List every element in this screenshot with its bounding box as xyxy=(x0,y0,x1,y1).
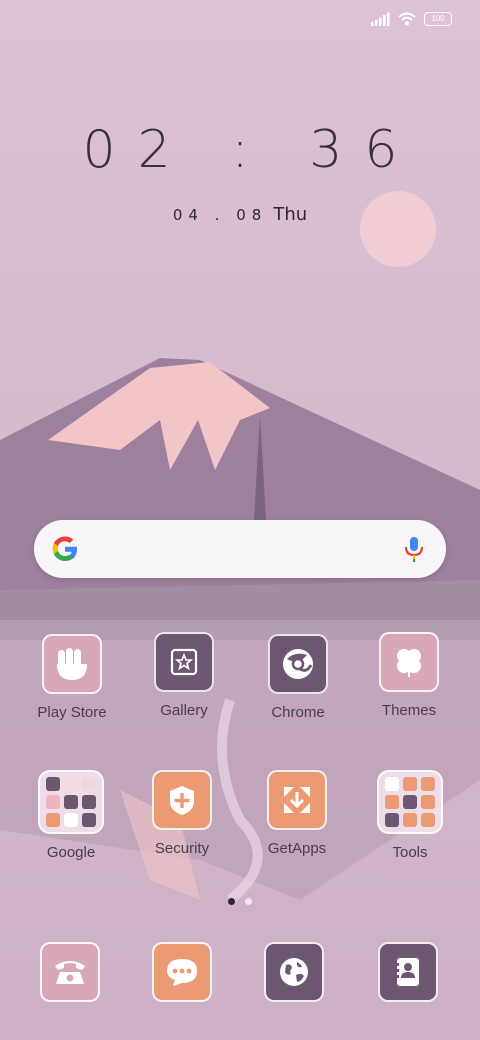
contacts-icon[interactable] xyxy=(378,942,438,1002)
app-label: Themes xyxy=(381,702,437,719)
app-tools-folder[interactable]: Tools xyxy=(355,770,465,861)
gallery-icon[interactable] xyxy=(154,632,214,692)
folder-mini-app-icon xyxy=(403,777,417,791)
app-label: GetApps xyxy=(267,840,327,857)
folder-mini-app-icon xyxy=(64,795,78,809)
tools-folder-icon[interactable] xyxy=(377,770,443,834)
microphone-icon[interactable] xyxy=(402,535,426,563)
folder-mini-app-icon xyxy=(385,813,399,827)
app-label: Chrome xyxy=(271,704,325,721)
dock-contacts[interactable] xyxy=(353,942,463,1002)
app-label: Gallery xyxy=(160,702,208,719)
page-dot xyxy=(245,898,252,905)
app-chrome[interactable]: Chrome xyxy=(243,634,353,721)
app-google-folder[interactable]: Google xyxy=(16,770,126,861)
themes-icon[interactable] xyxy=(379,632,439,692)
signal-icon xyxy=(371,12,390,26)
play-store-icon[interactable] xyxy=(42,634,102,694)
browser-icon[interactable] xyxy=(264,942,324,1002)
weekday: Thu xyxy=(273,204,308,225)
sun xyxy=(360,191,436,267)
app-label: Tools xyxy=(392,844,428,861)
folder-mini-app-icon xyxy=(421,795,435,809)
app-gallery[interactable]: Gallery xyxy=(129,632,239,719)
chrome-icon[interactable] xyxy=(268,634,328,694)
home-screen: 100 02 : 36 04 . 08 Thu Play Store Galle… xyxy=(0,0,480,1040)
folder-mini-app-icon xyxy=(403,795,417,809)
app-play-store[interactable]: Play Store xyxy=(17,634,127,721)
battery-icon: 100 xyxy=(424,12,452,26)
folder-mini-app-icon xyxy=(46,777,60,791)
app-getapps[interactable]: GetApps xyxy=(242,770,352,857)
folder-mini-app-icon xyxy=(385,795,399,809)
folder-mini-app-icon xyxy=(421,777,435,791)
folder-mini-app-icon xyxy=(403,813,417,827)
date-numbers: 04 . 08 xyxy=(172,206,268,224)
folder-mini-app-icon xyxy=(82,777,96,791)
app-themes[interactable]: Themes xyxy=(354,632,464,719)
page-indicator xyxy=(0,898,480,905)
dock-browser[interactable] xyxy=(239,942,349,1002)
app-security[interactable]: Security xyxy=(127,770,237,857)
security-icon[interactable] xyxy=(152,770,212,830)
clock-date[interactable]: 04 . 08 Thu xyxy=(0,204,480,225)
folder-mini-app-icon xyxy=(46,813,60,827)
wifi-icon xyxy=(398,12,416,26)
dock-messages[interactable] xyxy=(127,942,237,1002)
folder-mini-app-icon xyxy=(82,813,96,827)
folder-mini-app-icon xyxy=(64,813,78,827)
folder-mini-app-icon xyxy=(82,795,96,809)
dock-phone[interactable] xyxy=(15,942,125,1002)
google-search-bar[interactable] xyxy=(34,520,446,578)
page-dot-active xyxy=(228,898,235,905)
folder-mini-app-icon xyxy=(46,795,60,809)
app-label: Play Store xyxy=(37,704,107,721)
messages-icon[interactable] xyxy=(152,942,212,1002)
google-g-icon[interactable] xyxy=(50,534,80,564)
google-folder-icon[interactable] xyxy=(38,770,104,834)
folder-mini-app-icon xyxy=(421,813,435,827)
app-label: Google xyxy=(46,844,96,861)
app-label: Security xyxy=(154,840,210,857)
clock-time[interactable]: 02 : 36 xyxy=(0,120,480,180)
status-bar: 100 xyxy=(370,12,452,26)
folder-mini-app-icon xyxy=(385,777,399,791)
getapps-icon[interactable] xyxy=(267,770,327,830)
phone-icon[interactable] xyxy=(40,942,100,1002)
folder-mini-app-icon xyxy=(64,777,78,791)
